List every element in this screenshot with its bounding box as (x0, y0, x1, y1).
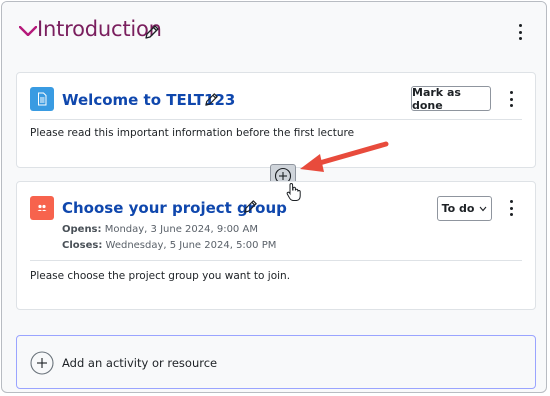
opens-value: Monday, 3 June 2024, 9:00 AM (104, 224, 258, 235)
closes-date: Closes: Wednesday, 5 June 2024, 5:00 PM (62, 240, 276, 251)
activity-card: Welcome to TELT123 Mark as done Please r… (16, 72, 536, 168)
group-choice-icon (30, 196, 54, 220)
plus-circle-icon (30, 351, 54, 375)
activity-card: Choose your project group To do Opens: M… (16, 181, 536, 310)
add-activity-button[interactable]: Add an activity or resource (16, 335, 536, 389)
divider (30, 260, 522, 261)
pencil-icon[interactable] (243, 199, 258, 214)
section-menu-icon[interactable] (517, 24, 523, 40)
pencil-icon[interactable] (204, 92, 219, 107)
activity-menu-icon[interactable] (508, 200, 514, 216)
mark-as-done-button[interactable]: Mark as done (411, 86, 491, 112)
pencil-icon[interactable] (144, 24, 160, 40)
annotation-arrow-icon (300, 141, 389, 172)
activity-menu-icon[interactable] (508, 91, 514, 107)
course-section-frame: Introduction Welcome to TELT123 Mark as … (1, 1, 547, 393)
add-activity-label: Add an activity or resource (62, 356, 218, 370)
section-header: Introduction (2, 2, 546, 60)
chevron-down-icon (480, 206, 487, 211)
hand-cursor-icon (286, 182, 301, 201)
opens-label: Opens: (62, 224, 102, 235)
to-do-label: To do (441, 202, 475, 215)
chevron-down-icon[interactable] (19, 26, 37, 36)
closes-label: Closes: (62, 240, 103, 251)
page-icon (30, 87, 54, 111)
activity-description: Please choose the project group you want… (30, 270, 291, 282)
to-do-dropdown[interactable]: To do (437, 196, 492, 221)
opens-date: Opens: Monday, 3 June 2024, 9:00 AM (62, 224, 258, 235)
closes-value: Wednesday, 5 June 2024, 5:00 PM (105, 240, 277, 251)
divider (30, 119, 522, 120)
